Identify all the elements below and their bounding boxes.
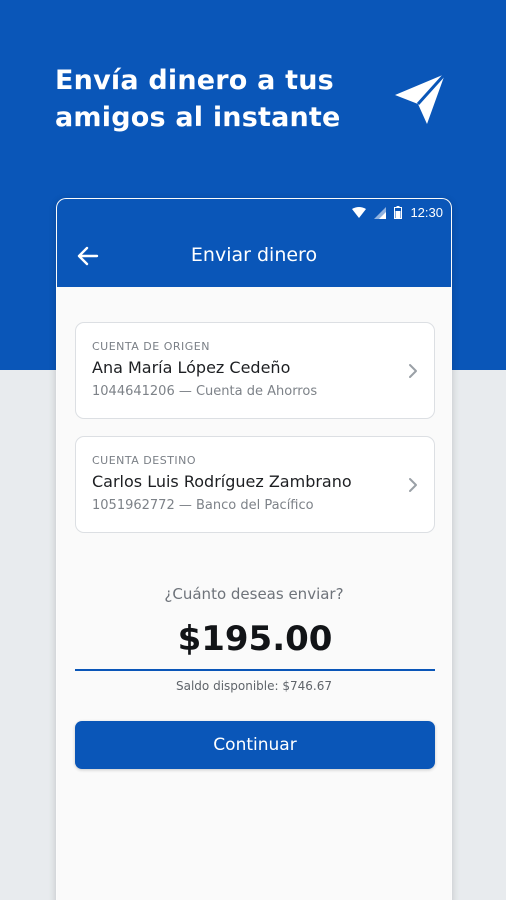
paper-plane-icon [395, 72, 447, 124]
phone-frame: 12:30 Enviar dinero CUENTA DE ORIGEN Ana… [56, 198, 452, 900]
app-bar: Enviar dinero [57, 227, 451, 287]
chevron-right-icon [409, 478, 417, 492]
destination-account-name: Carlos Luis Rodríguez Zambrano [92, 472, 352, 491]
status-time: 12:30 [410, 205, 443, 220]
origin-account-name: Ana María López Cedeño [92, 358, 291, 377]
destination-account-detail: 1051962772 — Banco del Pacífico [92, 498, 314, 513]
wifi-icon [352, 206, 367, 218]
destination-account-label: CUENTA DESTINO [92, 454, 197, 467]
hero-title: Envía dinero a tus amigos al instante [55, 65, 341, 133]
status-bar: 12:30 [57, 199, 451, 227]
page-title: Enviar dinero [190, 244, 318, 266]
continue-button[interactable]: Continuar [75, 721, 435, 769]
signal-icon [374, 206, 387, 219]
amount-input[interactable]: $195.00 [75, 619, 435, 671]
amount-question: ¿Cuánto deseas enviar? [164, 585, 344, 603]
available-balance: Saldo disponible: $746.67 [176, 679, 332, 693]
chevron-right-icon [409, 364, 417, 378]
destination-account-card[interactable]: CUENTA DESTINO Carlos Luis Rodríguez Zam… [75, 436, 435, 533]
origin-account-detail: 1044641206 — Cuenta de Ahorros [92, 384, 318, 399]
origin-account-label: CUENTA DE ORIGEN [92, 340, 210, 353]
battery-icon [394, 206, 403, 219]
origin-account-card[interactable]: CUENTA DE ORIGEN Ana María López Cedeño … [75, 322, 435, 419]
